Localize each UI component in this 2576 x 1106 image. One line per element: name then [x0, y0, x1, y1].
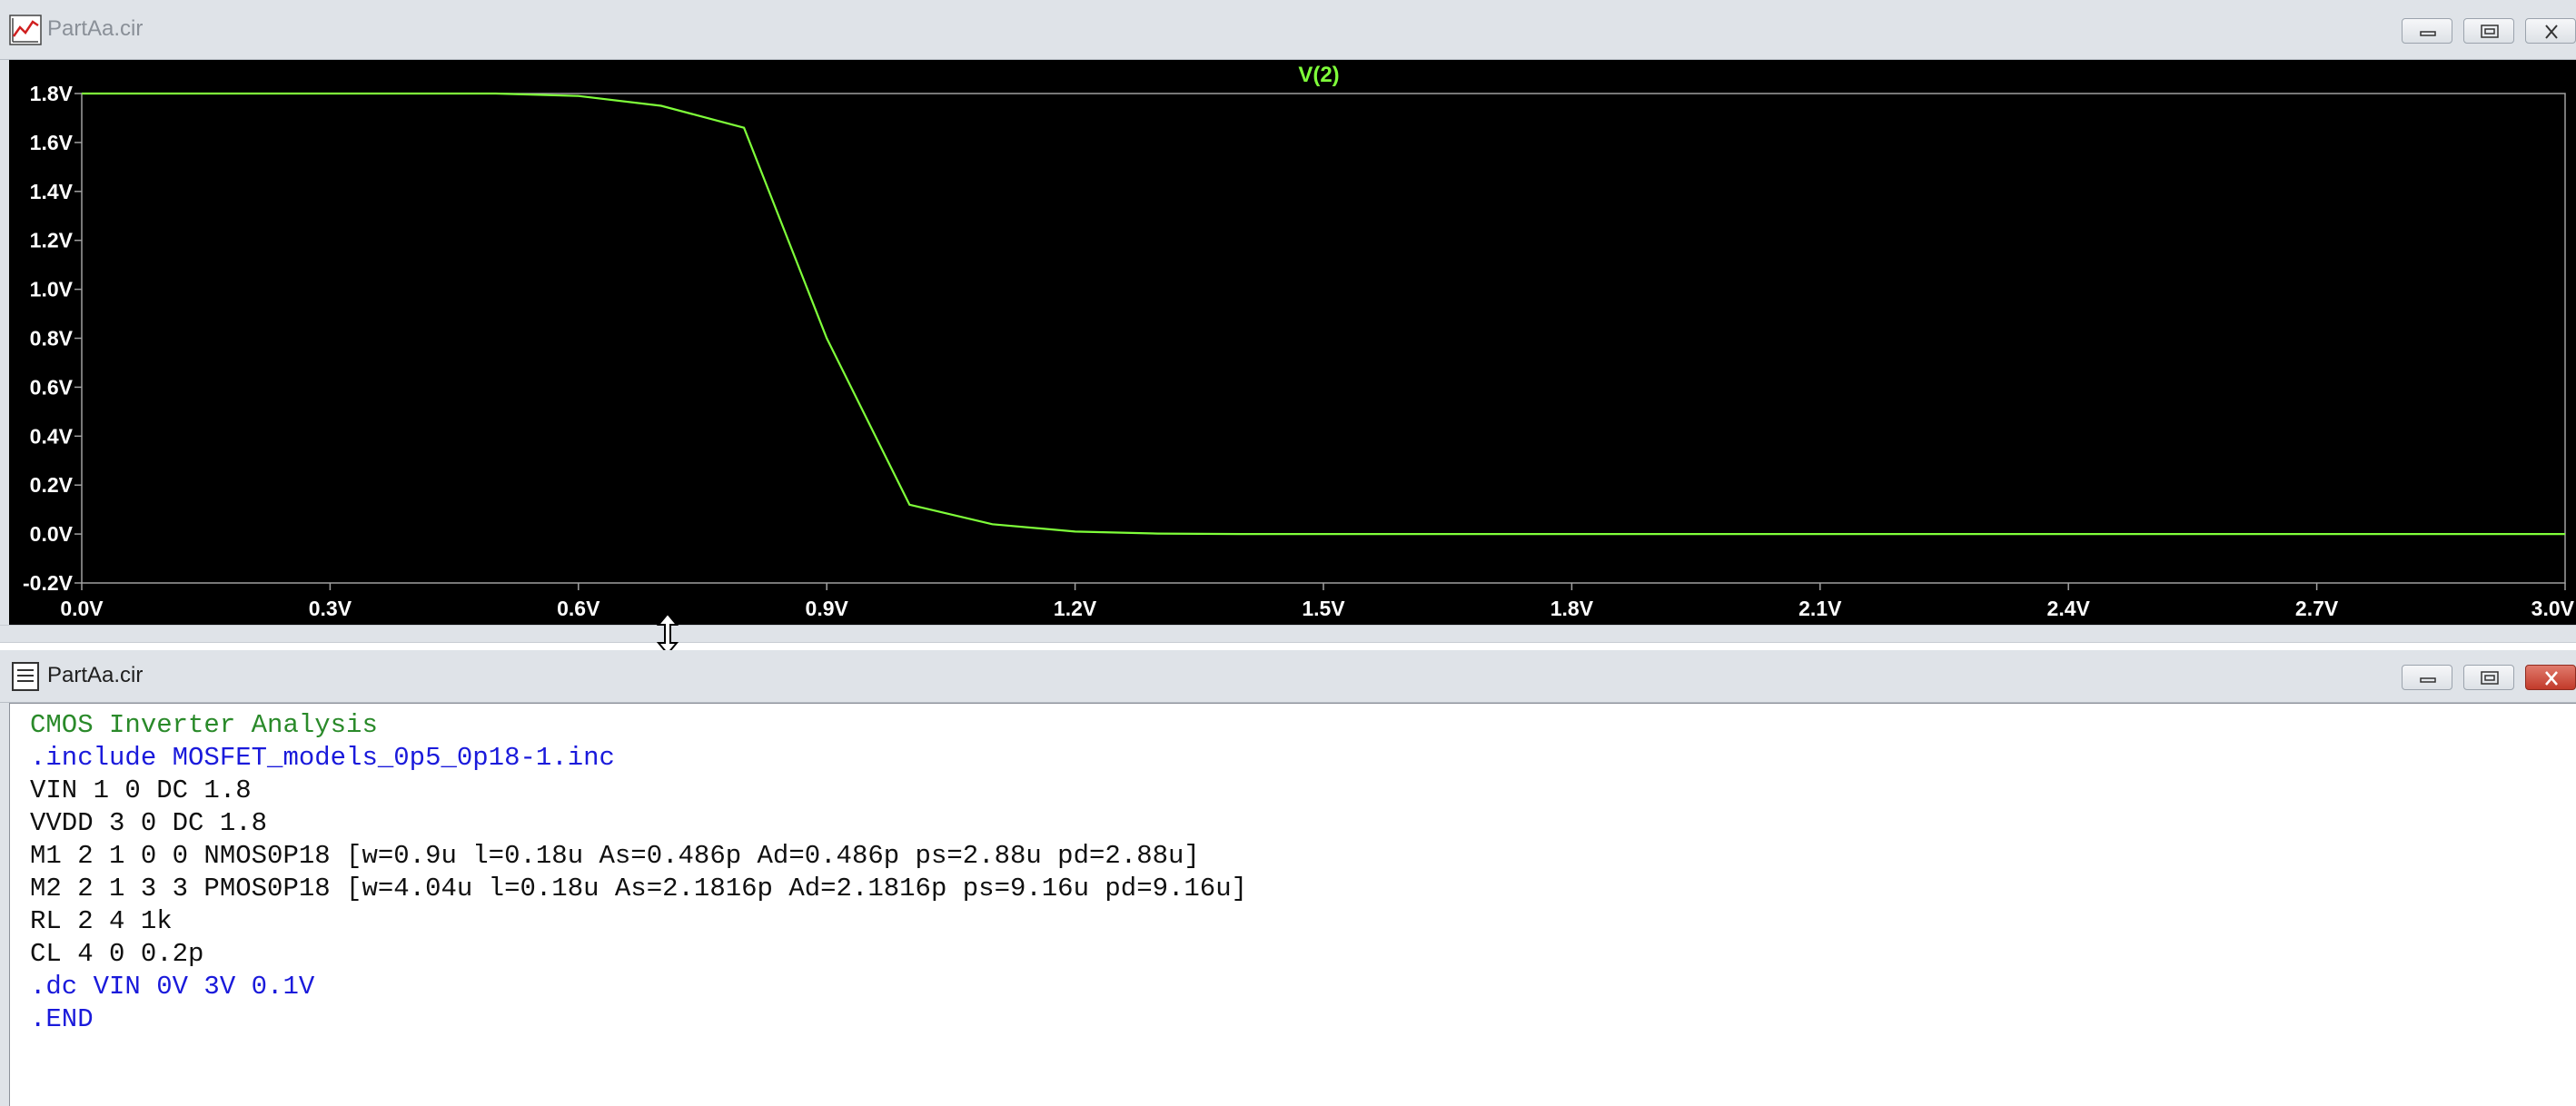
y-tick-label: 0.4V: [30, 424, 74, 448]
y-tick-label: 0.2V: [30, 473, 74, 497]
plot-titlebar[interactable]: PartAa.cir: [0, 0, 2576, 60]
close-icon: [2545, 671, 2558, 686]
x-tick-label: 1.2V: [1054, 597, 1097, 620]
y-tick-label: 0.6V: [30, 375, 74, 399]
plot-pane[interactable]: V(2) 1.8V 1.6V 1.4V 1.2V 1.0V 0.8V 0.6V 0.4V 0.2…: [9, 60, 2576, 625]
pane-splitter[interactable]: [0, 625, 2576, 643]
close-icon: [2545, 25, 2558, 39]
netlist-line[interactable]: M2 2 1 3 3 PMOS0P18 [w=4.04u l=0.18u As=…: [30, 873, 2576, 905]
plot-frame: [81, 93, 2566, 584]
netlist-line[interactable]: RL 2 4 1k: [30, 905, 2576, 938]
y-axis: 1.8V 1.6V 1.4V 1.2V 1.0V 0.8V 0.6V 0.4V 0.2V 0.0V…: [23, 82, 82, 595]
netlist-line[interactable]: M1 2 1 0 0 NMOS0P18 [w=0.9u l=0.18u As=0…: [30, 840, 2576, 873]
minimize-icon: [2420, 31, 2436, 36]
plot-window: PartAa.cir V(2) 1.8V 1.6V 1.4V 1.2V 1.0V 0.8V…: [0, 0, 2576, 636]
vertical-resize-cursor-icon: [656, 612, 679, 656]
netlist-close-button[interactable]: [2525, 665, 2576, 690]
x-tick-label: 0.6V: [557, 597, 600, 620]
netlist-titlebar[interactable]: PartAa.cir: [0, 650, 2576, 703]
waveform-icon: [9, 15, 42, 45]
x-tick-label: 3.0V: [2531, 597, 2575, 620]
y-tick-label: 1.6V: [30, 131, 74, 154]
trace-label-v2[interactable]: V(2): [1298, 63, 1339, 87]
plot-close-button[interactable]: [2525, 18, 2576, 44]
restore-icon: [2481, 25, 2499, 38]
x-tick-label: 1.5V: [1302, 597, 1345, 620]
restore-icon: [2481, 671, 2499, 685]
y-tick-label: 0.8V: [30, 327, 74, 351]
plot-window-title: PartAa.cir: [47, 16, 144, 41]
netlist-minimize-button[interactable]: [2402, 665, 2452, 690]
x-tick-label: 2.4V: [2047, 597, 2091, 620]
minimize-icon: [2420, 677, 2436, 683]
netlist-line[interactable]: .dc VIN 0V 3V 0.1V: [30, 971, 2576, 1003]
y-tick-label: 1.0V: [30, 278, 74, 301]
netlist-line[interactable]: .END: [30, 1003, 2576, 1036]
plot-minimize-button[interactable]: [2402, 18, 2452, 44]
netlist-restore-button[interactable]: [2463, 665, 2514, 690]
x-tick-label: 0.3V: [309, 597, 352, 620]
y-tick-label: 1.8V: [30, 82, 74, 105]
x-tick-label: 0.9V: [806, 597, 849, 620]
waveform-chart[interactable]: V(2) 1.8V 1.6V 1.4V 1.2V 1.0V 0.8V 0.6V 0.4V 0.2…: [9, 60, 2576, 625]
netlist-line[interactable]: CMOS Inverter Analysis: [30, 709, 2576, 742]
plot-restore-button[interactable]: [2463, 18, 2514, 44]
netlist-window-title: PartAa.cir: [47, 663, 144, 687]
y-tick-label: -0.2V: [23, 571, 74, 595]
document-icon: [12, 662, 39, 691]
netlist-editor[interactable]: CMOS Inverter Analysis .include MOSFET_mo…: [9, 703, 2576, 1106]
y-tick-label: 0.0V: [30, 522, 74, 546]
netlist-window: PartAa.cir CMOS Inverter Analysis .includ…: [0, 650, 2576, 1106]
x-tick-label: 0.0V: [60, 597, 104, 620]
netlist-line[interactable]: CL 4 0 0.2p: [30, 938, 2576, 971]
series-line-v2: [82, 92, 2565, 536]
x-axis: 0.0V 0.3V 0.6V 0.9V 1.2V 1.5V 1.8V 2.1V 2.4V 2.7V…: [60, 583, 2575, 620]
x-tick-label: 2.7V: [2295, 597, 2339, 620]
y-tick-label: 1.4V: [30, 180, 74, 203]
netlist-line[interactable]: VVDD 3 0 DC 1.8: [30, 807, 2576, 840]
x-tick-label: 2.1V: [1798, 597, 1842, 620]
y-tick-label: 1.2V: [30, 229, 74, 252]
netlist-line[interactable]: VIN 1 0 DC 1.8: [30, 775, 2576, 807]
netlist-line[interactable]: .include MOSFET_models_0p5_0p18-1.inc: [30, 742, 2576, 775]
x-tick-label: 1.8V: [1551, 597, 1594, 620]
